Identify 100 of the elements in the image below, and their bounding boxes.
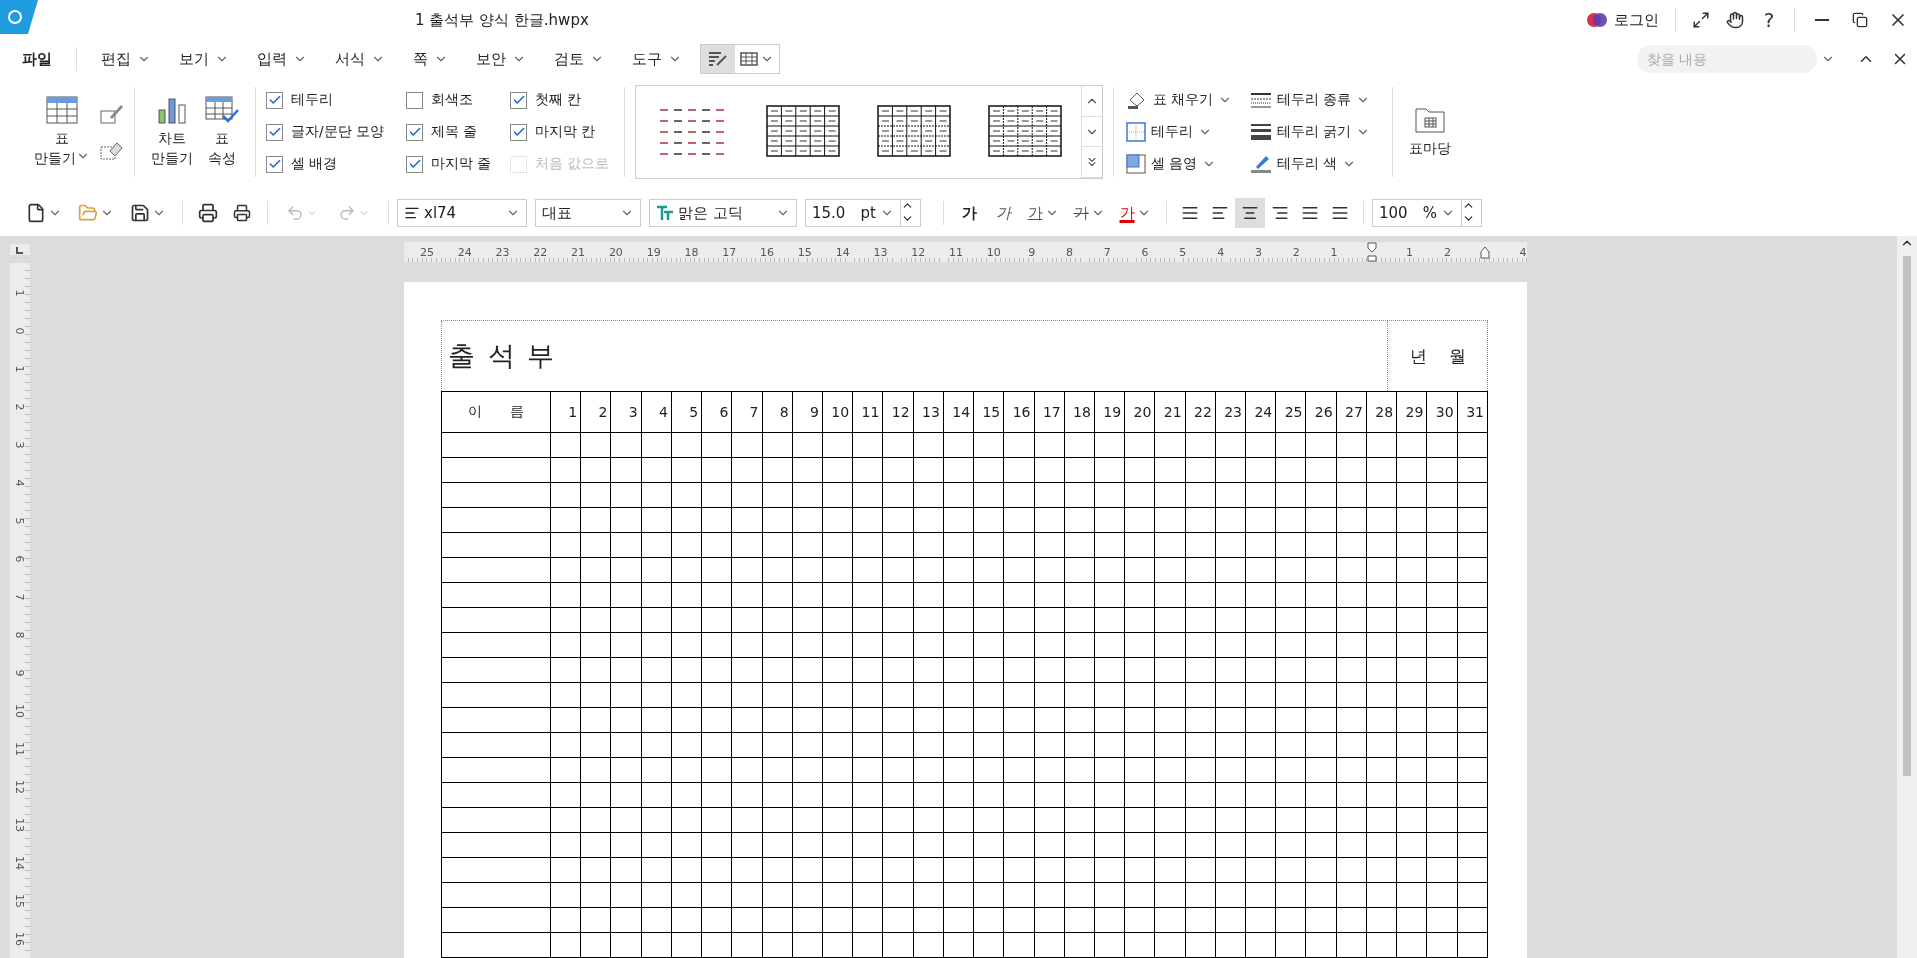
- strike-button[interactable]: 가: [1066, 198, 1112, 228]
- ruler-number: 4: [1216, 245, 1226, 259]
- help-button[interactable]: ?: [1752, 5, 1786, 35]
- ruler-number: 2: [12, 402, 28, 413]
- table-header-cell: 5: [671, 391, 702, 433]
- table-properties-button[interactable]: 표 속성: [199, 94, 245, 170]
- checkmark-icon: [267, 125, 282, 139]
- ruler-number: 5: [1178, 245, 1188, 259]
- table-header-cell: 26: [1305, 391, 1337, 433]
- border-icon: [1126, 122, 1146, 142]
- bold-button[interactable]: 가: [952, 198, 986, 228]
- format-view-button[interactable]: [701, 45, 735, 73]
- pen-line-icon: [1250, 154, 1272, 174]
- checkbox[interactable]: 셀 배경: [266, 155, 406, 173]
- ruler-number: 11: [12, 741, 28, 758]
- italic-button[interactable]: 가: [986, 198, 1020, 228]
- ruler-number: 14: [834, 245, 851, 259]
- ruler-number: 15: [796, 245, 813, 259]
- year-label: 년: [1409, 344, 1427, 368]
- checkbox[interactable]: 마지막 칸: [510, 123, 614, 141]
- align-divide-icon: [1331, 204, 1349, 222]
- menu-item[interactable]: 편집: [91, 45, 161, 73]
- redo-icon: [338, 204, 356, 222]
- ruler-number: 10: [12, 703, 28, 720]
- style-button[interactable]: 테두리: [1124, 120, 1248, 144]
- table-icon: [46, 96, 78, 124]
- zoom-field[interactable]: 100 %: [1372, 199, 1482, 227]
- font-size-field[interactable]: 15.0 pt: [805, 199, 921, 227]
- line-style-icon: [1250, 91, 1272, 109]
- menu-item[interactable]: 보기: [169, 45, 239, 73]
- menu-item[interactable]: 파일: [12, 45, 62, 73]
- indent-marker-icon[interactable]: [1366, 242, 1377, 262]
- make-table-button[interactable]: 표 만들기: [28, 94, 96, 170]
- margin-marker-icon[interactable]: [1480, 245, 1491, 259]
- checkbox[interactable]: 글자/문단 모양: [266, 123, 406, 141]
- style-button[interactable]: 테두리 색: [1248, 152, 1382, 176]
- paragraph-style-dropdown[interactable]: xl74: [397, 199, 527, 227]
- style-button[interactable]: 테두리 종류: [1248, 89, 1382, 111]
- color-button[interactable]: 가: [1112, 198, 1158, 228]
- table-header-cell: 1: [550, 391, 581, 433]
- menu-item[interactable]: 쪽: [403, 45, 458, 73]
- folder-icon: [78, 203, 98, 223]
- align-right-icon: [1271, 204, 1289, 222]
- ruler-number: 9: [12, 668, 28, 679]
- align-justify-icon: [1181, 204, 1199, 222]
- menu-item[interactable]: 입력: [247, 45, 317, 73]
- table-yard-button[interactable]: 표마당: [1403, 104, 1457, 160]
- checkbox[interactable]: 제목 줄: [406, 123, 510, 141]
- table-header-cell: 이 름: [441, 391, 551, 433]
- ruler-number: 3: [12, 440, 28, 451]
- style-button[interactable]: 셀 음영: [1124, 152, 1248, 176]
- ruler-number: 18: [683, 245, 700, 259]
- checkbox[interactable]: 테두리: [266, 91, 406, 109]
- search-field[interactable]: 찾을 내용: [1637, 45, 1817, 73]
- menu-item[interactable]: 서식: [325, 45, 395, 73]
- table-header-cell: 18: [1064, 391, 1095, 433]
- file-icon: [26, 203, 46, 223]
- checkbox[interactable]: 마지막 줄: [406, 155, 510, 173]
- chart-button[interactable]: 차트 만들기: [145, 94, 199, 170]
- ruler-number: 11: [948, 245, 965, 259]
- table-edit-icon[interactable]: [100, 103, 124, 125]
- restore-icon: [1852, 12, 1868, 28]
- table-header-cell: 27: [1336, 391, 1367, 433]
- ruler-number: 16: [759, 245, 776, 259]
- checkbox[interactable]: 첫째 칸: [510, 91, 614, 109]
- table-header-cell: 23: [1215, 391, 1246, 433]
- table-header-cell: 31: [1457, 391, 1488, 433]
- align-distribute-icon: [1301, 204, 1319, 222]
- table-header-cell: 20: [1124, 391, 1155, 433]
- ruler-number: 12: [12, 779, 28, 796]
- language-dropdown[interactable]: 대표: [535, 199, 641, 227]
- scroll-thumb[interactable]: [1903, 256, 1911, 776]
- font-dropdown[interactable]: 맑은 고딕: [649, 199, 797, 227]
- table-header-cell: 14: [943, 391, 974, 433]
- checkbox[interactable]: 회색조: [406, 91, 510, 109]
- table-header-cell: 29: [1396, 391, 1427, 433]
- menu-item[interactable]: 보안: [466, 45, 536, 73]
- table-check-icon: [205, 96, 239, 124]
- ruler-number: 20: [607, 245, 624, 259]
- menu-item[interactable]: 검토: [544, 45, 614, 73]
- login-button[interactable]: 로그인: [1578, 6, 1667, 34]
- table-header-cell: 24: [1245, 391, 1276, 433]
- ruler-number: 22: [532, 245, 549, 259]
- table-header-cell: 22: [1185, 391, 1216, 433]
- table-header-cell: 30: [1426, 391, 1458, 433]
- ruler-number: 13: [872, 245, 889, 259]
- ruler-number: 14: [12, 855, 28, 872]
- table-header-cell: 17: [1034, 391, 1065, 433]
- ruler-number: 4: [12, 478, 28, 489]
- style-button[interactable]: 표 채우기: [1124, 88, 1248, 112]
- table-header-cell: 4: [641, 391, 672, 433]
- style-button[interactable]: 테두리 굵기: [1248, 121, 1382, 143]
- table-pen-icon: [708, 51, 728, 67]
- ruler-corner-icon[interactable]: [16, 245, 24, 254]
- table-header-cell: 10: [822, 391, 853, 433]
- vertical-scrollbar[interactable]: [1897, 236, 1917, 958]
- menu-item[interactable]: 도구: [622, 45, 692, 73]
- align-button[interactable]: [1235, 198, 1265, 228]
- underline-button[interactable]: 가: [1020, 198, 1066, 228]
- table-header-cell: 6: [701, 391, 732, 433]
